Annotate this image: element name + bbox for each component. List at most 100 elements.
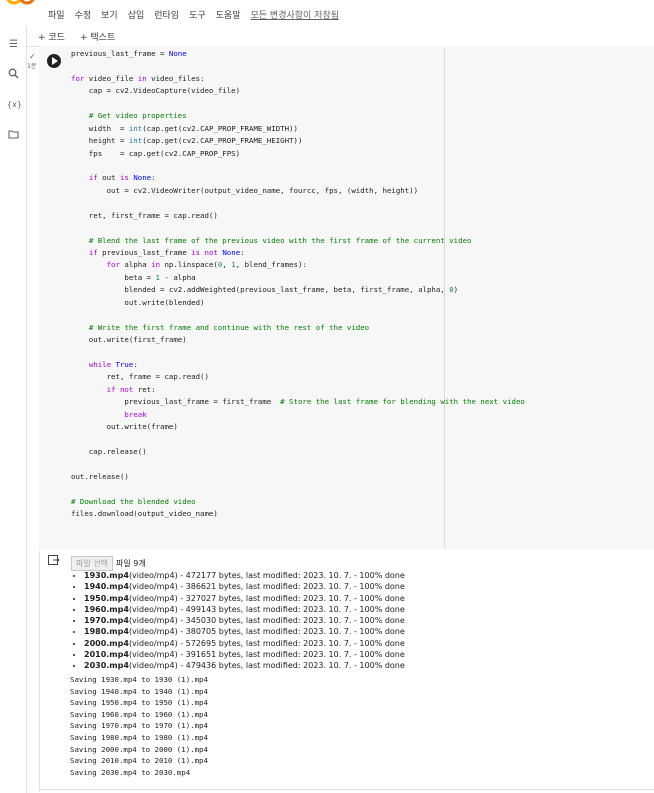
list-item: 1940.mp4(video/mp4) - 386621 bytes, last… [84, 581, 405, 592]
menu-bar: 파일 수정 보기 삽입 런타임 도구 도움말 모든 변경사항이 저장됨 [0, 0, 654, 26]
file-name: 1980.mp4 [84, 627, 129, 637]
menu-tools[interactable]: 도구 [189, 8, 206, 21]
list-item: 1960.mp4(video/mp4) - 499143 bytes, last… [84, 604, 405, 615]
file-detail: (video/mp4) - 479436 bytes, last modifie… [128, 661, 405, 671]
exec-time: 1분 [27, 63, 37, 70]
menu-runtime[interactable]: 런타임 [154, 8, 179, 21]
add-text-button[interactable]: + 텍스트 [80, 30, 115, 43]
code-line: out.write(first_frame) [71, 335, 187, 345]
saving-line: Saving 2030.mp4 to 2030.mp4 [70, 767, 191, 777]
code-line: width = int(cap.get(cv2.CAP_PROP_FRAME_W… [71, 123, 298, 133]
file-detail: (video/mp4) - 499143 bytes, last modifie… [128, 604, 405, 614]
code-line: for alpha in np.linspace(0, 1, blend_fra… [106, 260, 307, 270]
code-line: height = int(cap.get(cv2.CAP_PROP_FRAME_… [71, 136, 303, 146]
add-code-button[interactable]: + 코드 [38, 30, 65, 43]
list-item: 1970.mp4(video/mp4) - 345030 bytes, last… [84, 615, 405, 626]
code-line: ret, frame = cap.read() [71, 372, 209, 382]
code-line: files.download(output_video_name) [71, 509, 218, 519]
code-line: while True: [88, 359, 138, 369]
file-detail: (video/mp4) - 472177 bytes, last modifie… [128, 571, 405, 580]
code-line: # Download the blended video [71, 496, 196, 506]
file-detail: (video/mp4) - 345030 bytes, last modifie… [128, 616, 405, 626]
file-name: 1930.mp4 [84, 571, 129, 580]
list-item: 1980.mp4(video/mp4) - 380705 bytes, last… [84, 626, 405, 637]
code-line: if out is None: [88, 173, 156, 183]
file-name: 2000.mp4 [84, 638, 129, 648]
code-line: out = cv2.VideoWriter(output_video_name,… [71, 185, 419, 195]
code-line: beta = 1 - alpha [71, 272, 196, 282]
file-name: 1970.mp4 [84, 616, 129, 626]
file-detail: (video/mp4) - 391651 bytes, last modifie… [128, 650, 405, 660]
list-item: 1930.mp4(video/mp4) - 472177 bytes, last… [84, 570, 405, 581]
menu-help[interactable]: 도움말 [216, 8, 241, 21]
file-detail: (video/mp4) - 572695 bytes, last modifie… [128, 638, 405, 648]
variables-icon[interactable]: {x} [7, 98, 22, 111]
menu-edit[interactable]: 수정 [75, 8, 92, 21]
output-icon[interactable] [48, 555, 60, 565]
file-detail: (video/mp4) - 327027 bytes, last modifie… [128, 593, 405, 603]
code-line: fps = cap.get(cv2.CAP_PROP_FPS) [71, 148, 241, 158]
code-line: # Write the first frame and continue wit… [88, 322, 370, 332]
file-count: 파일 9개 [115, 559, 146, 568]
search-icon[interactable] [7, 68, 20, 81]
code-line: previous_last_frame = first_frame # Stor… [71, 397, 525, 407]
saving-line: Saving 1970.mp4 to 1970 (1).mp4 [70, 721, 208, 731]
menu-view[interactable]: 보기 [101, 8, 118, 21]
choose-file-button[interactable]: 파일 선택 [71, 556, 113, 571]
file-name: 2010.mp4 [84, 650, 129, 660]
toolbar: + 코드 + 텍스트 [0, 26, 654, 47]
file-detail: (video/mp4) - 380705 bytes, last modifie… [128, 627, 405, 637]
list-item: 2010.mp4(video/mp4) - 391651 bytes, last… [84, 649, 405, 660]
saving-line: Saving 1940.mp4 to 1940 (1).mp4 [70, 686, 208, 696]
file-name: 2030.mp4 [84, 661, 129, 671]
code-line: break [124, 409, 147, 419]
code-editor[interactable]: previous_last_frame = None for video_fil… [71, 48, 646, 521]
list-item: 1950.mp4(video/mp4) - 327027 bytes, last… [84, 593, 405, 604]
saving-line: Saving 1960.mp4 to 1960 (1).mp4 [70, 709, 208, 719]
code-line: ret, first_frame = cap.read() [71, 210, 218, 220]
run-cell-button[interactable] [47, 54, 61, 68]
check-icon: ✓ [29, 52, 36, 61]
code-line: out.write(blended) [71, 297, 205, 307]
menu-icon[interactable]: ☰ [7, 38, 20, 51]
divider [39, 789, 654, 790]
file-upload-row: 파일 선택 파일 9개 [71, 556, 146, 571]
menu-insert[interactable]: 삽입 [128, 8, 145, 21]
file-name: 1940.mp4 [84, 582, 129, 592]
code-line: cap = cv2.VideoCapture(video_file) [71, 86, 241, 96]
saving-log: Saving 1930.mp4 to 1930 (1).mp4 Saving 19… [70, 674, 208, 778]
code-line: if not ret: [106, 384, 156, 394]
file-name: 1960.mp4 [84, 604, 129, 614]
code-line: cap.release() [71, 447, 147, 456]
list-item: 2030.mp4(video/mp4) - 479436 bytes, last… [84, 660, 405, 671]
list-item: 2000.mp4(video/mp4) - 572695 bytes, last… [84, 638, 405, 649]
saved-status-link[interactable]: 모든 변경사항이 저장됨 [251, 8, 340, 21]
code-line: previous_last_frame = None [71, 49, 187, 58]
saving-line: Saving 1950.mp4 to 1950 (1).mp4 [70, 698, 208, 708]
saving-line: Saving 2010.mp4 to 2010 (1).mp4 [70, 756, 208, 766]
code-line: blended = cv2.addWeighted(previous_last_… [71, 285, 459, 295]
saving-line: Saving 2000.mp4 to 2000 (1).mp4 [70, 744, 208, 754]
code-line: # Blend the last frame of the previous v… [88, 235, 472, 245]
left-sidebar: ☰ {x} [0, 26, 27, 793]
code-line: if previous_last_frame is not None: [88, 248, 245, 257]
file-detail: (video/mp4) - 386621 bytes, last modifie… [128, 582, 405, 592]
uploaded-file-list: 1930.mp4(video/mp4) - 472177 bytes, last… [70, 570, 405, 672]
code-line: for video_file in video_files: [71, 73, 205, 83]
file-name: 1950.mp4 [84, 593, 129, 603]
code-line: out.write(frame) [71, 422, 178, 432]
saving-line: Saving 1930.mp4 to 1930 (1).mp4 [70, 675, 208, 684]
code-line: out.release() [71, 471, 129, 481]
folder-icon[interactable] [7, 129, 20, 142]
colab-logo [6, 0, 35, 5]
menu-file[interactable]: 파일 [48, 8, 65, 21]
